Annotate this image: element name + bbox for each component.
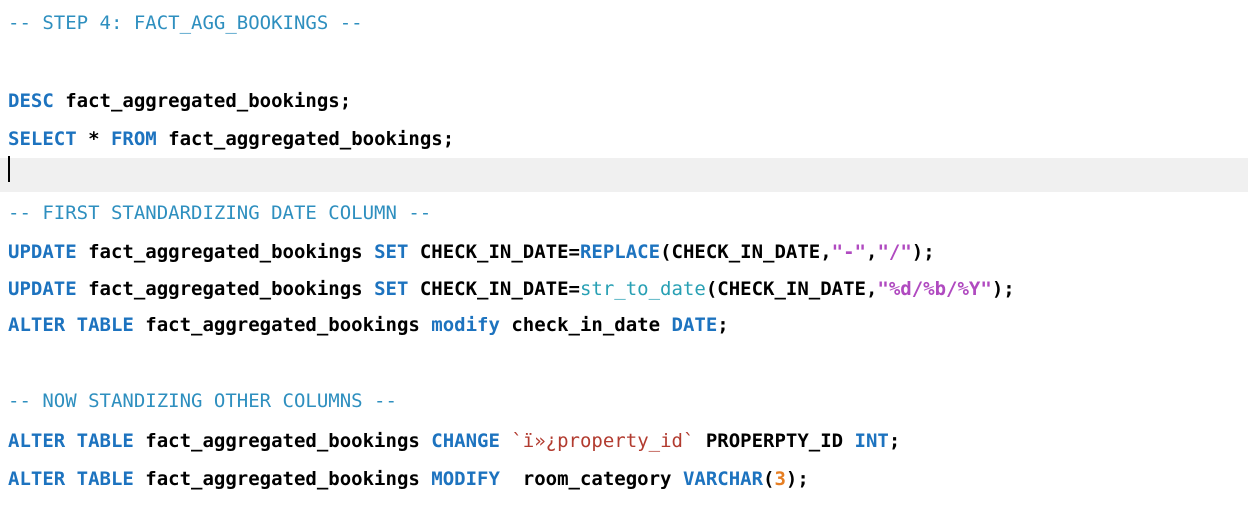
token-plain: ;: [717, 314, 729, 336]
token-kw: modify: [431, 314, 500, 336]
token-kw: ALTER TABLE: [8, 430, 134, 452]
token-comment: -- FIRST STANDARDIZING DATE COLUMN --: [8, 202, 432, 224]
token-plain: CHECK_IN_DATE=: [408, 278, 580, 300]
token-kw: MODIFY: [431, 468, 500, 490]
token-plain: );: [911, 241, 935, 263]
token-plain: );: [785, 468, 809, 490]
token-kw: REPLACE: [579, 241, 661, 263]
token-kw: SET: [374, 241, 409, 263]
code-line-1[interactable]: -- STEP 4: FACT_AGG_BOOKINGS --: [0, 6, 1248, 40]
token-kw: INT: [854, 430, 889, 452]
token-plain: ,: [865, 241, 878, 263]
token-kw: SET: [374, 278, 409, 300]
token-kw: SELECT: [8, 128, 77, 150]
token-kw: ALTER TABLE: [8, 468, 134, 490]
token-plain: (: [763, 468, 775, 490]
code-line-11[interactable]: -- NOW STANDIZING OTHER COLUMNS --: [0, 384, 1248, 418]
token-comment: -- STEP 4: FACT_AGG_BOOKINGS --: [8, 12, 363, 34]
code-line-4[interactable]: SELECT * FROM fact_aggregated_bookings;: [0, 122, 1248, 156]
code-line-9[interactable]: ALTER TABLE fact_aggregated_bookings mod…: [0, 308, 1248, 342]
token-plain: CHECK_IN_DATE=: [408, 241, 580, 263]
token-kw: DATE: [671, 314, 718, 336]
token-num: 3: [774, 468, 786, 490]
token-plain: room_category: [499, 468, 683, 490]
token-plain: fact_aggregated_bookings: [76, 241, 375, 263]
token-plain: PROPERPTY_ID: [694, 430, 855, 452]
token-str: "%d/%b/%Y": [877, 278, 992, 300]
token-str: "/": [877, 241, 912, 263]
token-plain: (CHECK_IN_DATE,: [705, 278, 878, 300]
code-line-12[interactable]: ALTER TABLE fact_aggregated_bookings CHA…: [0, 424, 1248, 458]
token-str: "-": [831, 241, 866, 263]
token-comment: -- NOW STANDIZING OTHER COLUMNS --: [8, 390, 397, 412]
token-fn: str_to_date: [579, 278, 706, 300]
token-plain: check_in_date: [499, 314, 672, 336]
token-kw: FROM: [110, 128, 157, 150]
token-plain: fact_aggregated_bookings: [133, 314, 432, 336]
token-plain: fact_aggregated_bookings;: [53, 90, 352, 112]
token-ident: `ï»¿property_id`: [511, 430, 695, 452]
code-line-7[interactable]: UPDATE fact_aggregated_bookings SET CHEC…: [0, 235, 1248, 269]
code-line-10[interactable]: [0, 344, 1248, 378]
token-kw: ALTER TABLE: [8, 314, 134, 336]
sql-editor[interactable]: -- STEP 4: FACT_AGG_BOOKINGS -- DESC fac…: [0, 0, 1248, 509]
token-plain: ;: [888, 430, 901, 452]
code-line-6[interactable]: -- FIRST STANDARDIZING DATE COLUMN --: [0, 196, 1248, 230]
token-kw: CHANGE: [431, 430, 500, 452]
token-plain: (CHECK_IN_DATE,: [660, 241, 832, 263]
token-plain: fact_aggregated_bookings: [76, 278, 375, 300]
code-line-8[interactable]: UPDATE fact_aggregated_bookings SET CHEC…: [0, 272, 1248, 306]
token-plain: *: [76, 128, 111, 150]
token-plain: fact_aggregated_bookings: [133, 430, 432, 452]
token-kw: DESC: [8, 90, 54, 112]
token-kw: UPDATE: [8, 241, 77, 263]
token-kw: VARCHAR: [682, 468, 764, 490]
token-plain: fact_aggregated_bookings;: [156, 128, 455, 150]
code-line-2[interactable]: [0, 45, 1248, 79]
token-kw: UPDATE: [8, 278, 77, 300]
text-cursor: [8, 156, 10, 182]
token-plain: fact_aggregated_bookings: [133, 468, 432, 490]
code-line-3[interactable]: DESC fact_aggregated_bookings;: [0, 84, 1248, 118]
token-plain: );: [991, 278, 1015, 300]
code-line-13[interactable]: ALTER TABLE fact_aggregated_bookings MOD…: [0, 462, 1248, 496]
code-line-5-current[interactable]: [0, 158, 1248, 192]
